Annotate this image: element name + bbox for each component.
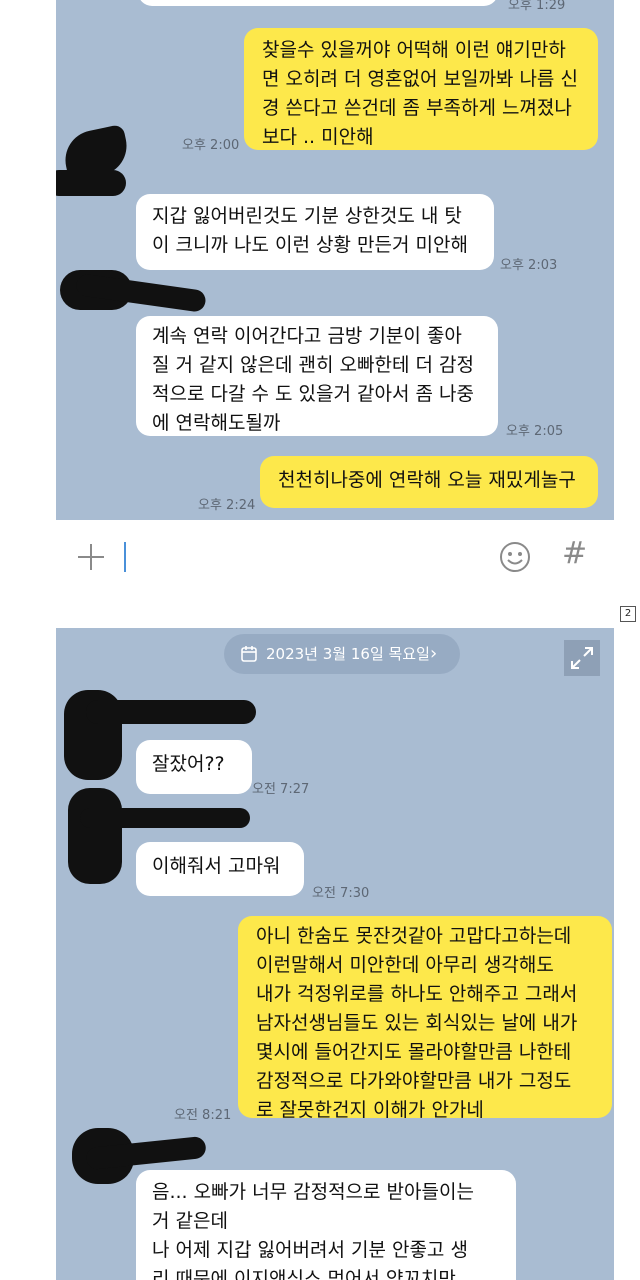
message-bubble-received: 이해줘서 고마워 [136,842,304,896]
message-bubble-sent: 천천히나중에 연락해 오늘 재밌게놀구 [260,456,598,508]
date-divider[interactable]: 2023년 3월 16일 목요일 › [224,634,460,674]
message-time: 오후 2:00 [182,138,240,153]
page-number: 2 [620,606,636,622]
chat-screenshot-1: 오후 1:29 찾을수 있을꺼야 어떡해 이런 얘기만하 면 오히려 더 영혼없… [56,0,614,520]
message-bubble-received: 음... 오빠가 너무 감정적으로 받아들이는 거 같은데 나 어제 지갑 잃어… [136,1170,516,1280]
message-time: 오전 7:30 [312,886,370,901]
message-bubble-received: 잘잤어?? [136,740,252,794]
message-time: 오후 2:24 [198,498,256,513]
message-bubble-received: 지갑 잃어버린것도 기분 상한것도 내 탓 이 크니까 나도 이런 상황 만든거… [136,194,494,270]
message-time: 오전 7:27 [252,782,310,797]
message-bubble-received: 계속 연락 이어간다고 금방 기분이 좋아 질 거 같지 않은데 괜히 오빠한테… [136,316,498,436]
redaction-scribble [56,170,126,196]
message-bubble-partial [138,0,498,6]
hash-icon[interactable]: # [562,536,587,571]
expand-icon[interactable] [564,640,600,676]
redaction-scribble [80,808,250,828]
message-input[interactable] [124,542,126,572]
date-label: 2023년 3월 16일 목요일 [266,645,430,663]
message-time: 오전 8:21 [174,1108,232,1123]
message-time: 오후 2:05 [506,424,564,439]
message-time: 오후 2:03 [500,258,558,273]
message-bubble-sent: 아니 한숨도 못잔것같아 고맙다고하는데 이런말해서 미안한데 아무리 생각해도… [238,916,612,1121]
message-time: 오후 1:29 [508,0,566,13]
emoji-icon[interactable] [498,540,532,574]
message-bubble-sent: 찾을수 있을꺼야 어떡해 이런 얘기만하 면 오히려 더 영혼없어 보일까봐 나… [244,28,598,150]
chevron-right-icon: › [430,643,438,664]
message-input-bar: # [56,520,614,596]
calendar-icon [241,646,257,662]
plus-icon[interactable] [76,542,106,572]
chat-screenshot-2: 2023년 3월 16일 목요일 › 잘잤어?? 오전 7:27 이해줘서 고마… [56,628,614,1280]
redaction-scribble [86,700,256,724]
redaction-scribble [68,788,122,884]
